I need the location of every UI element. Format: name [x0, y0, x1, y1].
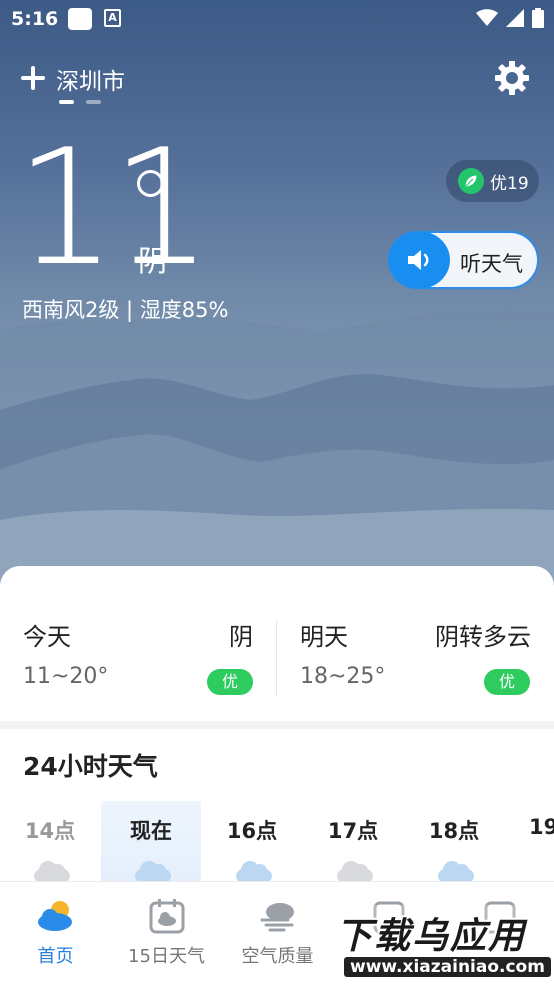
hour-label: 现在	[130, 819, 172, 843]
daily-forecast-card: 今天 阴 11~20° 优 明天 阴转多云 18~25° 优	[0, 566, 554, 721]
status-indicators	[476, 8, 544, 28]
page-dot	[86, 100, 101, 104]
tab-label: 空气质量	[241, 946, 314, 967]
wind-humidity: 西南风2级 | 湿度85%	[22, 298, 229, 322]
page-indicator	[59, 100, 101, 104]
add-city-icon[interactable]	[20, 65, 46, 91]
leaf-icon	[458, 168, 484, 194]
tomorrow-aqi-badge: 优	[484, 669, 530, 695]
status-bar: 5:16 A	[0, 0, 554, 40]
tomorrow-label: 明天	[300, 623, 348, 651]
battery-icon	[532, 8, 544, 28]
hour-label: 14点	[24, 819, 76, 843]
cloudy-icon	[438, 861, 474, 881]
hourly-forecast-section: 24小时天气 14点 现在 16点 17点 18点 19	[0, 729, 554, 881]
hour-item[interactable]: 18点	[404, 801, 504, 881]
today-temperature-range: 11~20°	[23, 664, 109, 689]
hour-label: 18点	[428, 819, 480, 843]
hour-label: 17点	[327, 819, 379, 843]
settings-gear-icon[interactable]	[494, 60, 530, 96]
overcast-icon	[337, 861, 373, 881]
today-condition: 阴	[229, 623, 253, 651]
wifi-icon	[476, 9, 498, 26]
watermark-text: 下载乌应用	[336, 916, 527, 957]
city-name[interactable]: 深圳市	[56, 62, 125, 96]
tab-label: 15日天气	[128, 946, 205, 967]
tab-15-day[interactable]: 15日天气	[111, 882, 222, 984]
current-temperature: 11	[15, 114, 213, 301]
aqi-badge[interactable]: 优19	[446, 160, 539, 202]
today-label: 今天	[23, 623, 71, 651]
tomorrow-condition: 阴转多云	[435, 623, 531, 651]
aqi-value: 优19	[490, 173, 529, 194]
today-aqi-badge: 优	[207, 669, 253, 695]
current-condition: 阴	[138, 244, 168, 278]
today-forecast[interactable]: 今天 阴 11~20° 优	[0, 566, 276, 721]
hour-item[interactable]: 19	[505, 801, 554, 881]
listen-weather-label: 听天气	[460, 252, 523, 276]
cloudy-icon	[135, 861, 171, 881]
page-dot-active	[59, 100, 74, 104]
section-gap	[0, 721, 554, 729]
cloud-sun-icon	[38, 901, 72, 931]
cloudy-icon	[236, 861, 272, 881]
tab-label: 首页	[37, 946, 74, 967]
tomorrow-temperature-range: 18~25°	[300, 664, 386, 689]
status-time: 5:16	[11, 8, 59, 30]
hour-label: 16点	[226, 819, 278, 843]
weather-app-notification-icon	[68, 8, 92, 30]
listen-weather-button[interactable]: 听天气	[388, 231, 539, 289]
watermark-url: www.xiazainiao.com	[344, 957, 551, 977]
hourly-title: 24小时天气	[23, 752, 158, 781]
hour-item[interactable]: 16点	[202, 801, 302, 881]
overcast-icon	[34, 861, 70, 881]
weather-hero: 5:16 A 深圳市 11 阴 西南风2级 | 湿度85% 优19 听天气	[0, 0, 554, 600]
hour-item[interactable]: 17点	[303, 801, 403, 881]
watermark: 下载乌应用 www.xiazainiao.com	[330, 905, 552, 983]
speaker-icon	[388, 231, 450, 289]
tab-home[interactable]: 首页	[0, 882, 111, 984]
calendar-icon	[149, 899, 185, 934]
degree-symbol	[137, 170, 164, 197]
hour-item-now[interactable]: 现在	[101, 801, 201, 881]
tomorrow-forecast[interactable]: 明天 阴转多云 18~25° 优	[277, 566, 554, 721]
tab-air-quality[interactable]: 空气质量	[222, 882, 333, 984]
hour-item[interactable]: 14点	[0, 801, 100, 881]
hour-label: 19	[529, 815, 554, 839]
forecast-divider	[276, 621, 277, 695]
wind-icon	[260, 903, 294, 932]
signal-icon	[506, 9, 524, 27]
a-notification-icon: A	[104, 9, 121, 27]
